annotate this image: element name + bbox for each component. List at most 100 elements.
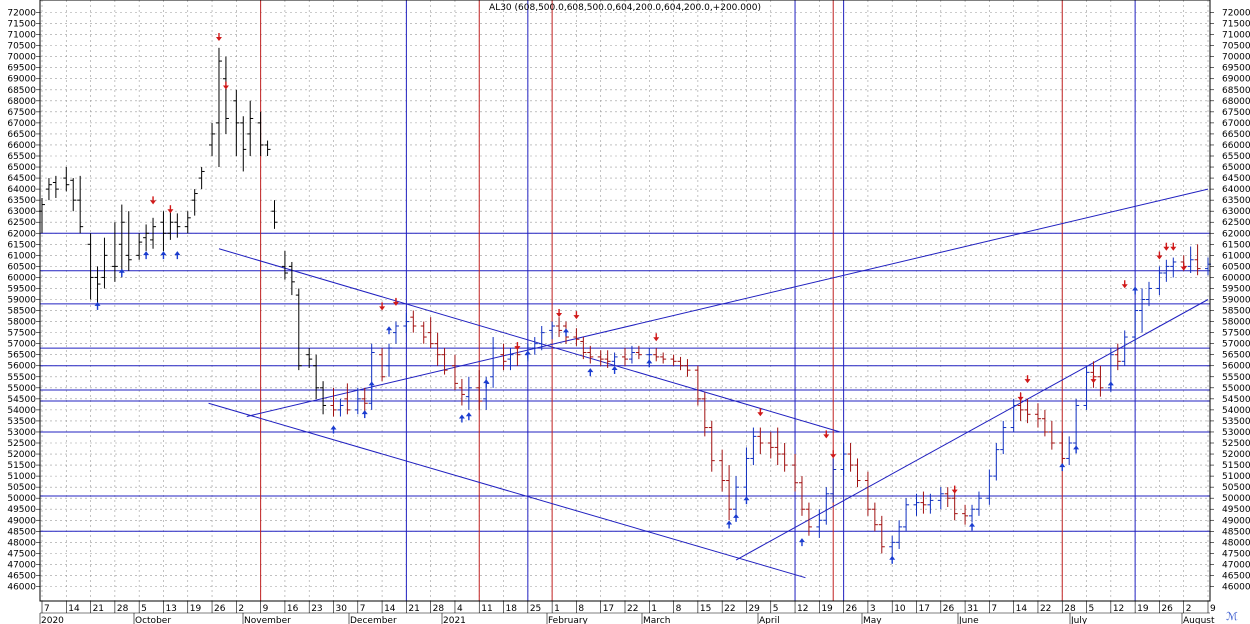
y-tick-label: 52000 — [1222, 450, 1250, 460]
x-tick-label: 18 — [506, 604, 518, 614]
y-tick-label: 56500 — [1222, 351, 1250, 361]
month-label: May — [863, 616, 882, 624]
x-tick-label: 15 — [700, 604, 711, 614]
y-tick-label: 62500 — [1222, 218, 1250, 228]
y-tick-label: 46500 — [1222, 571, 1250, 581]
y-tick-label: 62000 — [7, 229, 36, 239]
y-tick-label: 51000 — [1222, 472, 1250, 482]
x-tick-label: 17 — [919, 604, 930, 614]
x-tick-label: 30 — [336, 604, 348, 614]
x-tick-label: 9 — [1210, 604, 1216, 614]
chart-title: AL30 (608,500.0,608,500.0,604,200.0,604,… — [489, 3, 761, 13]
y-tick-label: 49000 — [1222, 516, 1250, 526]
y-tick-label: 70500 — [1222, 42, 1250, 52]
y-tick-label: 47000 — [1222, 560, 1250, 570]
x-tick-label: 10 — [894, 604, 906, 614]
y-tick-label: 57000 — [7, 340, 36, 350]
x-tick-label: 26 — [846, 604, 858, 614]
y-tick-label: 70500 — [7, 42, 36, 52]
month-label: March — [643, 616, 670, 624]
y-axis-left: 46000 46500470004750048000485004900049500… — [7, 9, 40, 593]
y-tick-label: 69000 — [1222, 75, 1250, 85]
x-tick-label: 9 — [263, 604, 269, 614]
x-tick-label: 19 — [821, 604, 833, 614]
y-tick-label: 63000 — [7, 207, 36, 217]
x-tick-label: 14 — [384, 604, 396, 614]
x-tick-label: 28 — [117, 604, 129, 614]
x-tick-label: 2 — [1186, 604, 1192, 614]
month-label: 2020 — [41, 616, 64, 624]
y-tick-label: 55000 — [7, 384, 36, 394]
x-tick-label: 7 — [44, 604, 50, 614]
month-label: July — [1070, 616, 1088, 624]
y-tick-label: 71500 — [7, 20, 36, 30]
y-tick-label: 47000 — [7, 560, 36, 570]
x-tick-label: 28 — [1064, 604, 1076, 614]
x-tick-label: 7 — [991, 604, 997, 614]
x-tick-label: 5 — [141, 604, 147, 614]
y-tick-label: 71500 — [1222, 20, 1250, 30]
y-tick-label: 49500 — [7, 505, 36, 515]
y-tick-label: 69000 — [7, 75, 36, 85]
y-tick-label: 56500 — [7, 351, 36, 361]
y-tick-label: 63500 — [7, 196, 36, 206]
logo-icon: ℳ — [1226, 610, 1238, 623]
y-tick-label: 50500 — [1222, 483, 1250, 493]
y-tick-label: 67000 — [7, 119, 36, 129]
x-tick-label: 22 — [1040, 604, 1051, 614]
month-label: November — [244, 616, 291, 624]
month-label: February — [548, 616, 589, 624]
y-tick-label: 64500 — [7, 174, 36, 184]
month-label: April — [759, 616, 780, 624]
x-tick-label: 26 — [214, 604, 226, 614]
y-tick-label: 52500 — [1222, 439, 1250, 449]
y-tick-label: 62000 — [1222, 229, 1250, 239]
y-tick-label: 72000 — [7, 9, 36, 19]
y-tick-label: 69500 — [1222, 64, 1250, 74]
y-tick-label: 59000 — [7, 296, 36, 306]
y-tick-label: 53500 — [1222, 417, 1250, 427]
y-tick-label: 59500 — [7, 284, 36, 294]
x-tick-label: 2 — [238, 604, 244, 614]
month-label: December — [350, 616, 397, 624]
y-tick-label: 63500 — [1222, 196, 1250, 206]
y-tick-label: 60500 — [1222, 262, 1250, 272]
y-tick-label: 61000 — [7, 251, 36, 261]
y-tick-label: 64500 — [1222, 174, 1250, 184]
y-tick-label: 58000 — [1222, 318, 1250, 328]
month-label: 2021 — [443, 616, 466, 624]
x-tick-label: 8 — [578, 604, 584, 614]
y-tick-label: 50000 — [7, 494, 36, 504]
x-tick-label: 21 — [93, 604, 104, 614]
x-tick-label: 22 — [724, 604, 735, 614]
x-tick-label: 23 — [311, 604, 322, 614]
x-tick-label: 1 — [651, 604, 657, 614]
y-tick-label: 54000 — [1222, 406, 1250, 416]
y-tick-label: 63000 — [1222, 207, 1250, 217]
y-tick-label: 66500 — [1222, 130, 1250, 140]
y-tick-label: 57500 — [1222, 329, 1250, 339]
y-tick-label: 66000 — [1222, 141, 1250, 151]
x-tick-label: 26 — [1161, 604, 1173, 614]
x-tick-label: 12 — [1113, 604, 1124, 614]
y-tick-label: 68000 — [1222, 97, 1250, 107]
y-tick-label: 65500 — [1222, 152, 1250, 162]
y-tick-label: 51500 — [7, 461, 36, 471]
y-tick-label: 51500 — [1222, 461, 1250, 471]
chart-window: 46000 46500 47000 47500 48000 48500 49000 49500… — [0, 0, 1250, 624]
y-tick-label: 54000 — [7, 406, 36, 416]
y-tick-label: 72000 — [1222, 9, 1250, 19]
y-tick-label: 48000 — [1222, 538, 1250, 548]
x-tick-label: 11 — [481, 604, 492, 614]
y-tick-label: 61500 — [1222, 240, 1250, 250]
x-tick-label: 21 — [408, 604, 419, 614]
y-tick-label: 53000 — [1222, 428, 1250, 438]
y-tick-label: 46500 — [7, 571, 36, 581]
y-tick-label: 54500 — [7, 395, 36, 405]
y-tick-label: 58500 — [1222, 307, 1250, 317]
x-tick-label: 8 — [676, 604, 682, 614]
x-tick-label: 3 — [870, 604, 876, 614]
y-tick-label: 70000 — [7, 53, 36, 63]
y-tick-label: 67500 — [1222, 108, 1250, 118]
y-tick-label: 66500 — [7, 130, 36, 140]
